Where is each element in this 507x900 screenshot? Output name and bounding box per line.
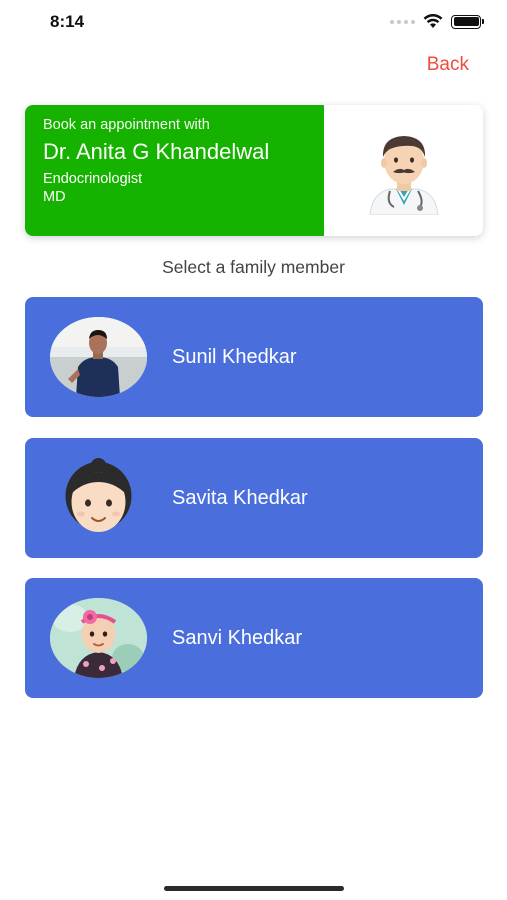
book-appointment-label: Book an appointment with — [43, 117, 210, 133]
doctor-specialty: Endocrinologist — [43, 171, 143, 187]
member-row-sanvi[interactable]: Sanvi Khedkar — [25, 578, 483, 698]
status-bar: 8:14 — [0, 0, 507, 46]
child-photo-icon — [50, 598, 147, 678]
doctor-name: Dr. Anita G Khandelwal — [43, 139, 270, 164]
status-icons — [390, 14, 484, 29]
home-indicator[interactable] — [164, 886, 344, 891]
member-avatar-emoji — [50, 458, 147, 538]
member-row-sunil[interactable]: Sunil Khedkar — [25, 297, 483, 417]
doctor-degree: MD — [43, 189, 66, 205]
member-avatar-photo — [50, 317, 147, 397]
back-button[interactable]: Back — [427, 54, 469, 76]
battery-icon — [451, 14, 484, 29]
member-name: Sanvi Khedkar — [172, 626, 303, 649]
select-family-member-label: Select a family member — [162, 257, 345, 277]
doctor-info-panel: Book an appointment with Dr. Anita G Kha… — [25, 105, 324, 236]
member-row-savita[interactable]: Savita Khedkar — [25, 438, 483, 558]
member-avatar-photo — [50, 598, 147, 678]
wifi-icon — [423, 14, 443, 28]
doctor-card: Book an appointment with Dr. Anita G Kha… — [25, 105, 483, 236]
doctor-avatar — [324, 105, 483, 236]
doctor-emoji-icon — [368, 135, 439, 215]
person-photo-icon — [50, 317, 147, 397]
member-name: Savita Khedkar — [172, 486, 308, 509]
woman-emoji-icon — [65, 458, 132, 532]
member-name: Sunil Khedkar — [172, 345, 297, 368]
status-time: 8:14 — [50, 12, 85, 31]
signal-icon — [390, 19, 415, 24]
